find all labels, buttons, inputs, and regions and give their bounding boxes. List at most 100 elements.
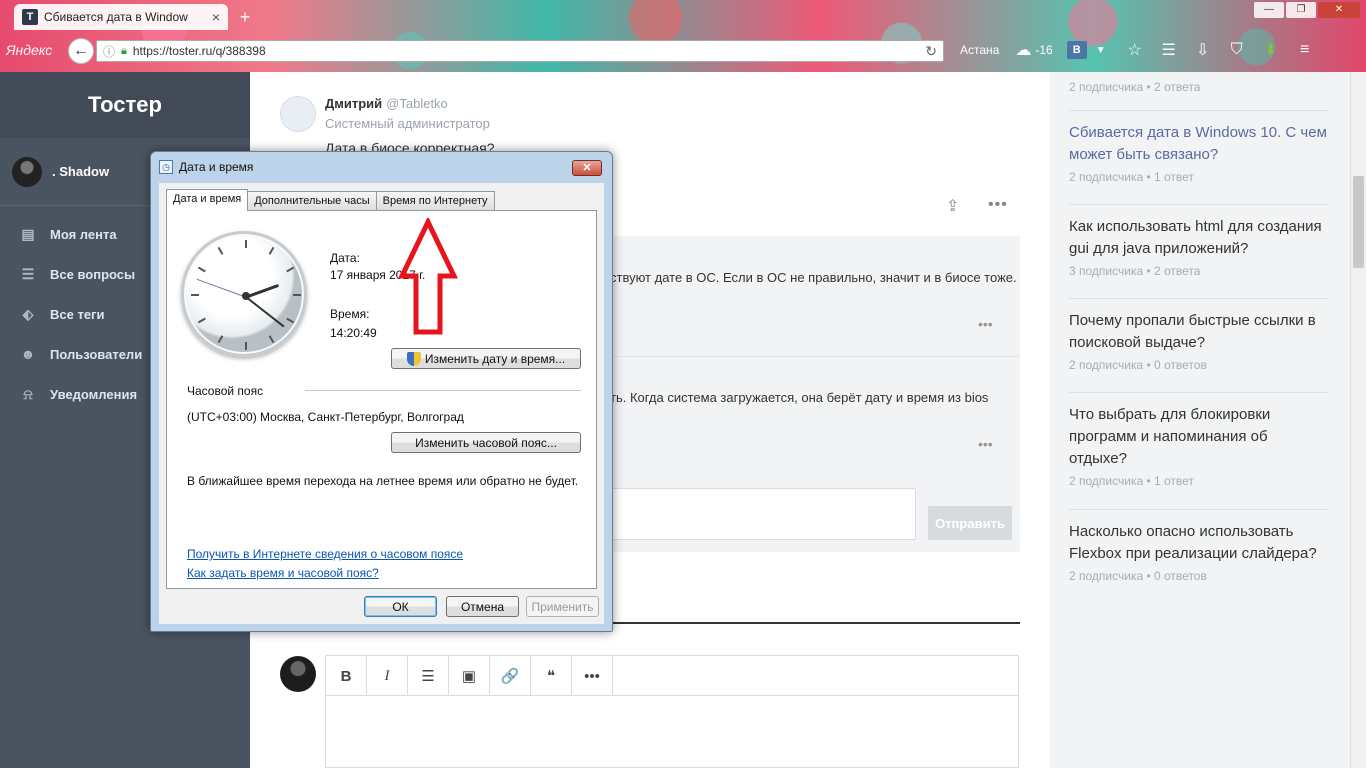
question-meta: 2 подписчика • 2 ответа: [1069, 80, 1201, 94]
help-link[interactable]: Как задать время и часовой пояс?: [187, 566, 379, 580]
author-line: Дмитрий @Tabletko: [325, 96, 448, 111]
share-icon[interactable]: ⇪: [946, 196, 959, 216]
divider: [1069, 392, 1329, 393]
question-title[interactable]: Как использовать html для создания gui д…: [1069, 216, 1329, 260]
time-label: Время:: [330, 307, 370, 321]
dialog-title: Дата и время: [179, 160, 254, 174]
dialog-body: Дата и время Дополнительные часы Время п…: [159, 183, 604, 624]
maximize-button[interactable]: ❐: [1286, 2, 1316, 18]
editor-toolbar: B I ☰ ▣ 🔗 ❝ •••: [326, 656, 1018, 696]
more-button[interactable]: •••: [572, 656, 613, 696]
question-title[interactable]: Почему пропали быстрые ссылки в поисково…: [1069, 310, 1329, 354]
tab-additional-clocks[interactable]: Дополнительные часы: [247, 191, 377, 211]
date-time-dialog: ◷ Дата и время ✕ Дата и время Дополнител…: [150, 151, 613, 632]
sidebar-item-label: Все вопросы: [50, 266, 136, 282]
bell-icon: ⍾: [23, 385, 33, 402]
comment-input[interactable]: [610, 488, 916, 540]
tab-date-time[interactable]: Дата и время: [166, 189, 249, 211]
back-icon: ←: [73, 42, 89, 59]
bookmarks-icon[interactable]: ☰: [1159, 40, 1179, 60]
tab-internet-time[interactable]: Время по Интернету: [375, 191, 495, 211]
list-item[interactable]: Как использовать html для создания gui д…: [1069, 216, 1329, 278]
vk-icon[interactable]: В: [1066, 41, 1087, 59]
pocket-icon[interactable]: ⛉: [1227, 40, 1247, 60]
ok-button[interactable]: ОК: [364, 596, 437, 617]
send-button[interactable]: Отправить: [928, 506, 1012, 540]
sidebar-item-label: Пользователи: [50, 346, 143, 362]
author-name[interactable]: Дмитрий: [325, 96, 382, 111]
link-button[interactable]: 🔗: [490, 656, 531, 696]
scrollbar-thumb[interactable]: [1353, 176, 1364, 268]
dialog-close-button[interactable]: ✕: [572, 160, 602, 176]
bold-button[interactable]: B: [326, 656, 367, 696]
cancel-button[interactable]: Отмена: [446, 596, 519, 617]
sidebar-item-label: Моя лента: [50, 226, 117, 242]
tag-icon: ⬖: [22, 305, 34, 322]
comment-text-1: ствуют дате в ОС. Если в ОС не правильно…: [610, 270, 1017, 285]
reload-icon[interactable]: ↻: [925, 43, 937, 60]
url-text[interactable]: https://toster.ru/q/388398: [133, 44, 919, 58]
chevron-down-icon[interactable]: ▼: [1091, 40, 1111, 60]
site-logo[interactable]: Тостер: [0, 72, 250, 138]
comment-text-2: ть. Когда система загружается, она берёт…: [610, 390, 989, 405]
city-label[interactable]: Астана: [960, 43, 999, 57]
feed-icon: ▤: [21, 225, 35, 242]
question-title[interactable]: Что выбрать для блокировки программ и на…: [1069, 404, 1329, 470]
time-value: 14:20:49: [330, 326, 377, 340]
dialog-titlebar[interactable]: ◷ Дата и время: [151, 152, 612, 182]
change-date-time-label: Изменить дату и время...: [424, 351, 566, 366]
browser-tab[interactable]: T Сбивается дата в Window ×: [14, 4, 228, 30]
list-item[interactable]: Что выбрать для блокировки программ и на…: [1069, 404, 1329, 488]
author-handle[interactable]: @Tabletko: [386, 96, 448, 111]
change-timezone-button[interactable]: Изменить часовой пояс...: [391, 432, 581, 453]
back-button[interactable]: ←: [68, 38, 94, 64]
lock-icon: 🔒︎: [121, 44, 127, 57]
divider: [1069, 110, 1329, 111]
more-icon[interactable]: •••: [988, 196, 1008, 214]
divider: [305, 390, 581, 391]
sidebar-item-label: Уведомления: [50, 386, 138, 402]
author-avatar[interactable]: [280, 96, 316, 132]
close-tab-icon[interactable]: ×: [212, 9, 220, 25]
avatar[interactable]: [280, 656, 316, 692]
address-bar[interactable]: ⓘ 🔒︎ https://toster.ru/q/388398 ↻: [96, 40, 944, 62]
answer-editor[interactable]: B I ☰ ▣ 🔗 ❝ •••: [325, 655, 1019, 768]
addon-icon[interactable]: ⬇: [1261, 40, 1281, 60]
timezone-label: Часовой пояс: [187, 384, 264, 398]
more-icon[interactable]: •••: [978, 316, 993, 332]
quote-button[interactable]: ❝: [531, 656, 572, 696]
menu-icon[interactable]: ≡: [1295, 40, 1315, 60]
new-tab-button[interactable]: +: [234, 6, 256, 28]
apply-button[interactable]: Применить: [526, 596, 599, 617]
weather-icon[interactable]: ☁: [1013, 40, 1033, 60]
browser-toolbar: Астана ☁ -16 В ▼ ☆ ☰ ⇩ ⛉ ⬇ ≡: [960, 40, 1315, 60]
minimize-button[interactable]: —: [1254, 2, 1284, 18]
dialog-tabs: Дата и время Дополнительные часы Время п…: [166, 189, 495, 211]
temperature-label[interactable]: -16: [1035, 43, 1052, 57]
window-controls: — ❐ ✕: [1254, 2, 1360, 18]
divider: [1069, 509, 1329, 510]
analog-clock-icon: [181, 231, 307, 357]
question-title[interactable]: Насколько опасно использовать Flexbox пр…: [1069, 521, 1329, 565]
download-icon[interactable]: ⇩: [1193, 40, 1213, 60]
divider: [1069, 204, 1329, 205]
avatar[interactable]: [12, 156, 42, 187]
question-title[interactable]: Сбивается дата в Windows 10. С чем может…: [1069, 122, 1329, 166]
question-meta: 3 подписчика • 2 ответа: [1069, 264, 1201, 278]
user-name[interactable]: . Shadow: [52, 164, 109, 179]
close-window-button[interactable]: ✕: [1318, 2, 1360, 18]
image-button[interactable]: ▣: [449, 656, 490, 696]
star-icon[interactable]: ☆: [1125, 40, 1145, 60]
related-questions: 2 подписчика • 2 ответа Сбивается дата в…: [1050, 72, 1350, 768]
list-button[interactable]: ☰: [408, 656, 449, 696]
more-icon[interactable]: •••: [978, 436, 993, 452]
list-item[interactable]: Насколько опасно использовать Flexbox пр…: [1069, 521, 1329, 583]
italic-button[interactable]: I: [367, 656, 408, 696]
timezone-info-link[interactable]: Получить в Интернете сведения о часовом …: [187, 547, 463, 561]
change-date-time-button[interactable]: Изменить дату и время...: [391, 348, 581, 369]
page-scrollbar[interactable]: [1350, 72, 1366, 768]
dst-note: В ближайшее время перехода на летнее вре…: [187, 474, 579, 488]
list-item[interactable]: Сбивается дата в Windows 10. С чем может…: [1069, 122, 1329, 184]
info-icon[interactable]: ⓘ: [103, 43, 115, 60]
list-item[interactable]: Почему пропали быстрые ссылки в поисково…: [1069, 310, 1329, 372]
